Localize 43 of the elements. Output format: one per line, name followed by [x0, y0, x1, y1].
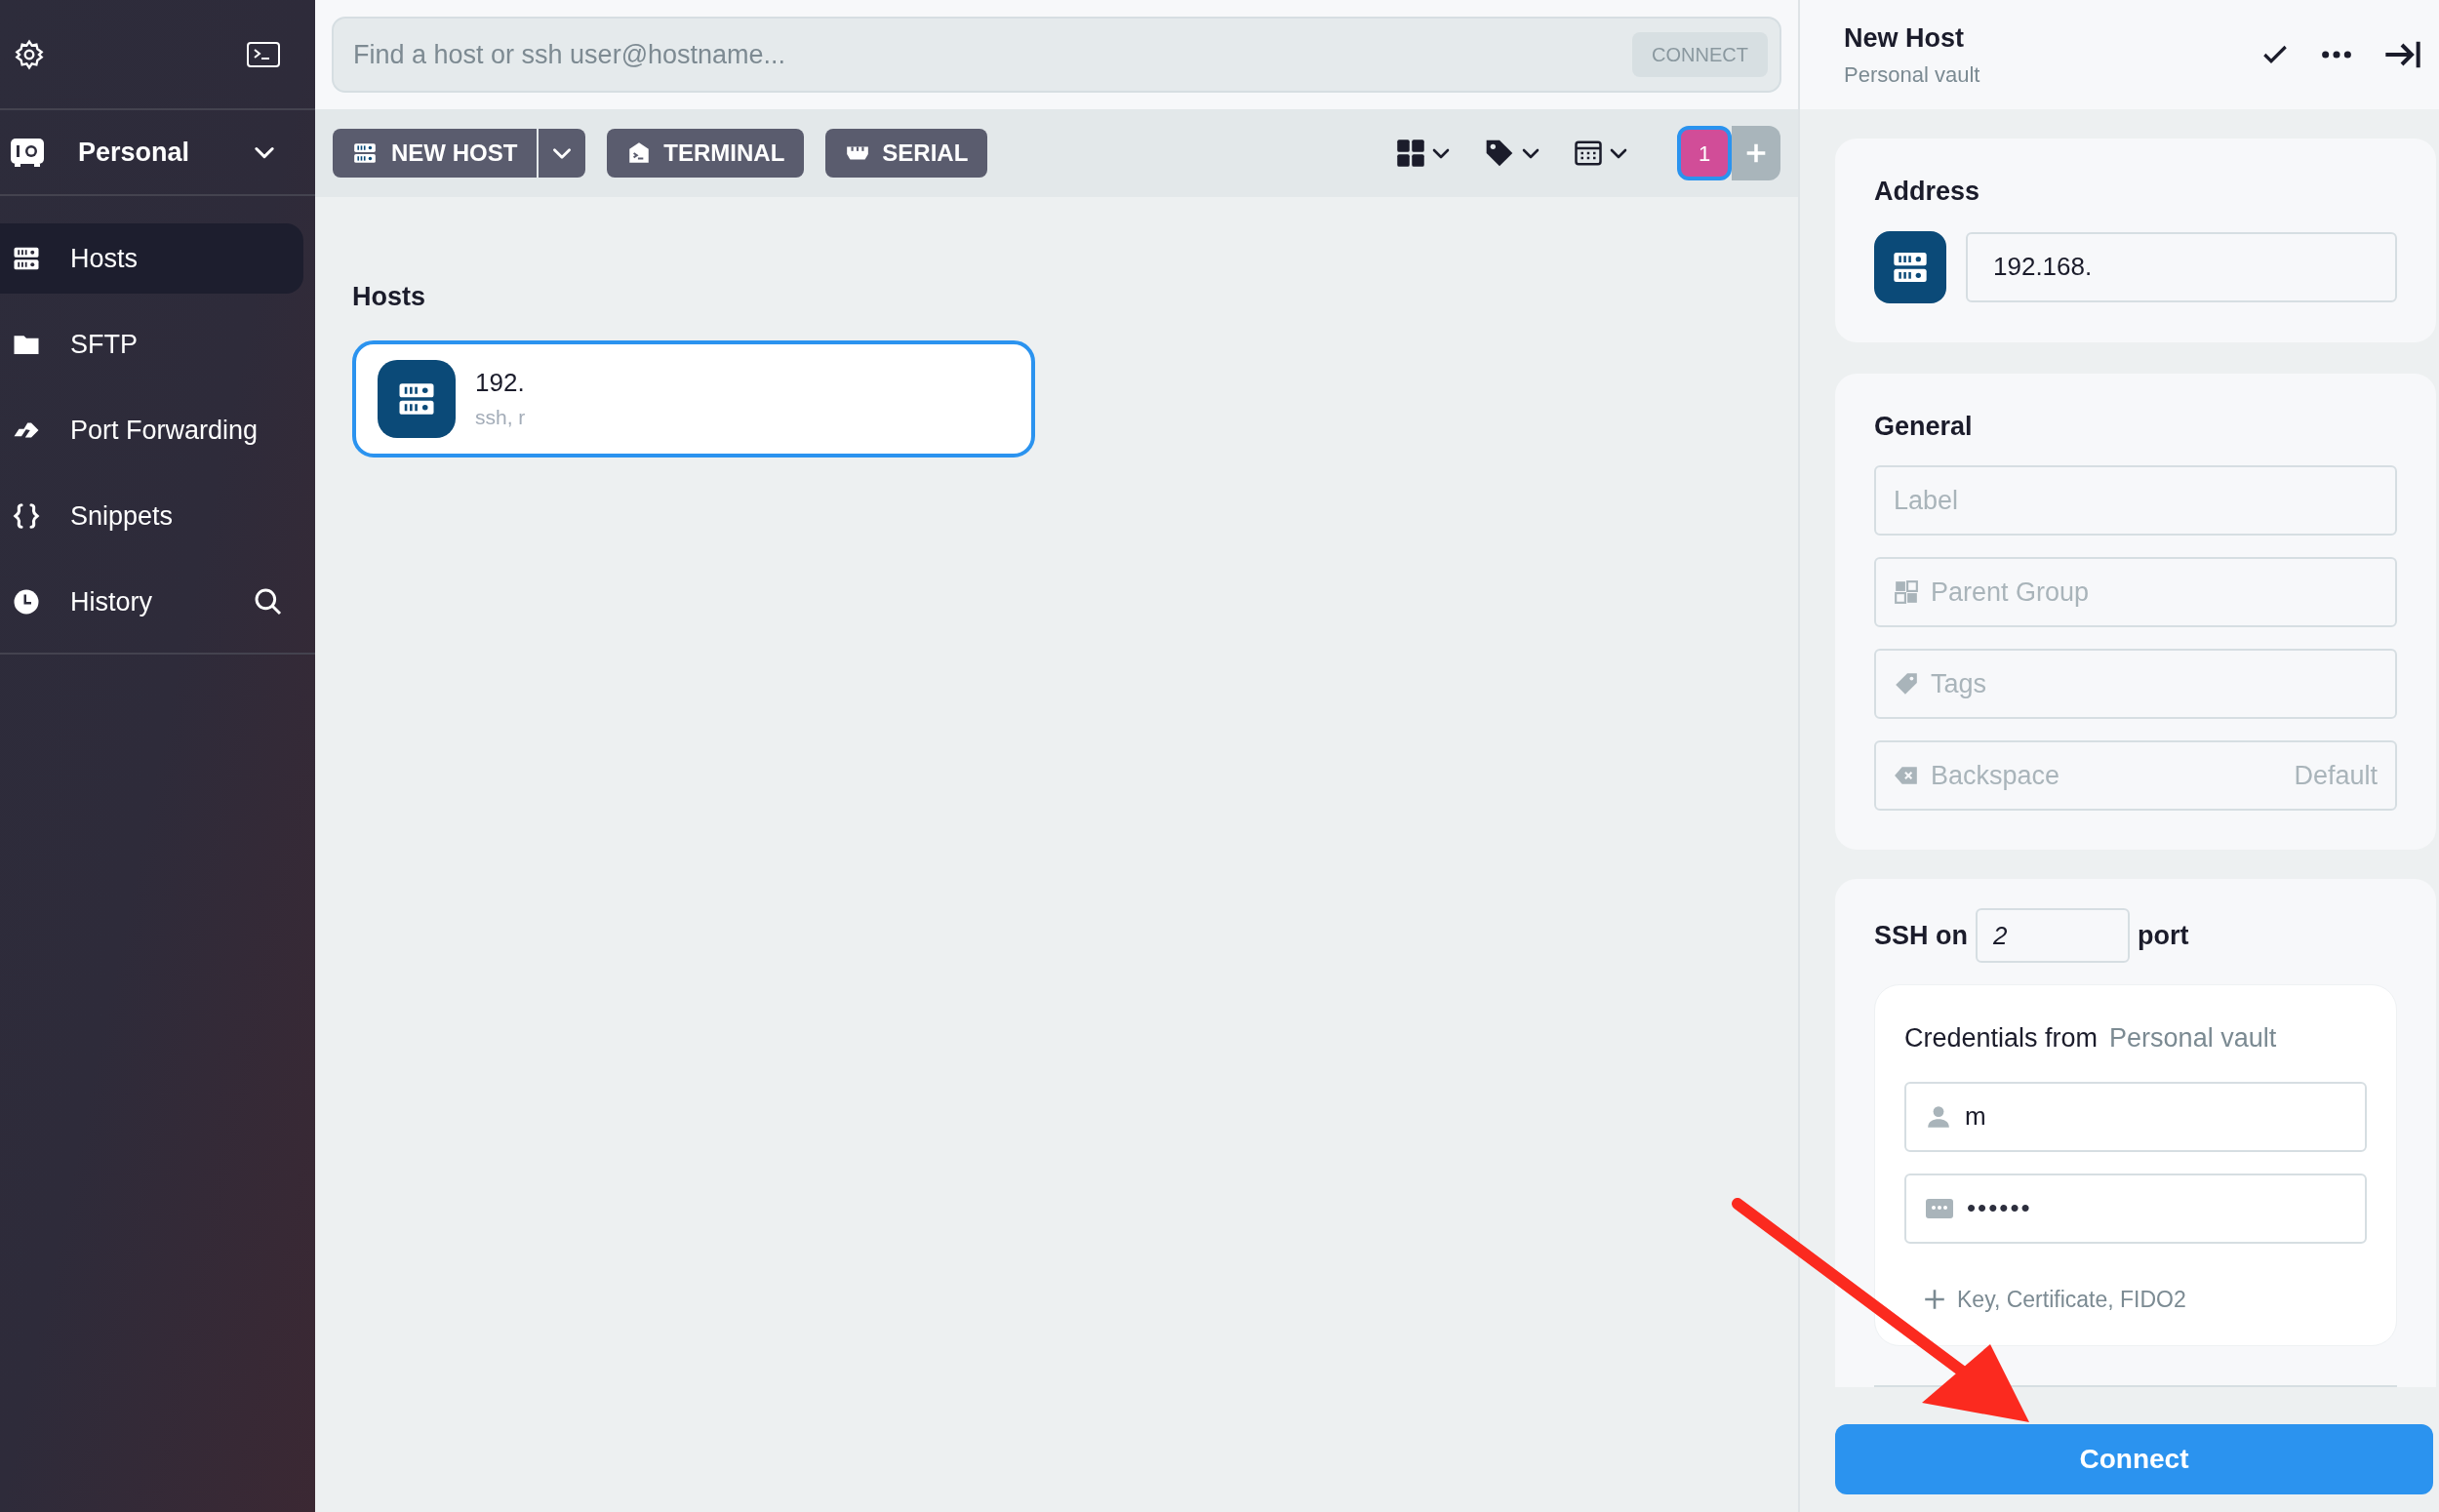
panel-subtitle: Personal vault	[1844, 60, 1981, 89]
tag-icon	[1484, 138, 1515, 169]
group-icon	[1894, 579, 1919, 605]
sidebar-item[interactable]: SFTP	[0, 309, 303, 379]
port-label: port	[2138, 919, 2189, 952]
host-card[interactable]: 192. ssh, r	[352, 339, 1035, 458]
default-hint: Default	[2294, 759, 2378, 792]
clock-icon	[12, 587, 41, 617]
password-field[interactable]: ••••••	[1904, 1173, 2367, 1244]
calendar-icon	[1574, 139, 1603, 168]
settings-icon[interactable]	[14, 38, 45, 70]
add-credential-link[interactable]: Key, Certificate, FIDO2	[1904, 1282, 2186, 1316]
section-heading: Hosts	[352, 281, 425, 313]
host-details: ssh, r	[475, 405, 526, 431]
safe-icon	[10, 137, 45, 168]
section-heading: General	[1874, 410, 1974, 443]
search-icon[interactable]	[253, 586, 284, 617]
vault-selector[interactable]: Personal	[0, 110, 315, 196]
panel-title: New Host	[1844, 22, 1966, 56]
grid-icon	[1396, 139, 1425, 168]
new-host-button[interactable]: NEW HOST	[333, 129, 538, 178]
credentials-label: Credentials from	[1904, 1022, 2099, 1054]
braces-icon	[12, 501, 41, 531]
user-icon	[1926, 1103, 1951, 1130]
sidebar-item[interactable]: Port Forwarding	[0, 395, 303, 465]
count-badge[interactable]: 1	[1677, 126, 1732, 180]
toolbar-button[interactable]: SERIAL	[825, 129, 988, 178]
sidebar-item[interactable]: Snippets	[0, 481, 303, 551]
section-heading: Address	[1874, 176, 1981, 208]
sidebar-item[interactable]: Hosts	[0, 223, 303, 294]
address-field[interactable]: 192.168.	[1966, 231, 2397, 302]
sidebar-item[interactable]: History	[0, 567, 303, 637]
ssh-label: SSH on	[1874, 919, 1968, 952]
server-icon	[352, 140, 378, 166]
terminal-icon[interactable]	[247, 41, 280, 67]
host-address: 192.	[475, 367, 526, 400]
vault-link[interactable]: Personal vault	[2109, 1018, 2277, 1058]
username-field[interactable]: m	[1904, 1081, 2367, 1152]
toolbar-button[interactable]: TERMINAL	[607, 129, 805, 178]
password-icon	[1926, 1198, 1953, 1218]
tag-icon	[1894, 671, 1919, 696]
dropdown-button[interactable]	[537, 129, 586, 178]
port-field[interactable]: 2	[1976, 908, 2130, 963]
